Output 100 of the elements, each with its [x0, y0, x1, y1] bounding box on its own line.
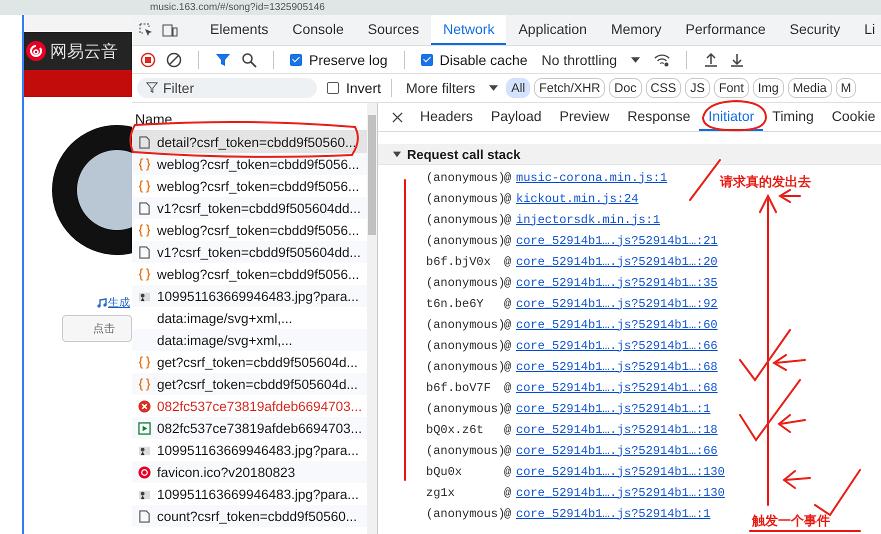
caret-icon — [489, 85, 498, 91]
panel-tab[interactable]: Memory — [598, 15, 674, 45]
braces-icon — [138, 158, 151, 170]
function-name: (anonymous) — [426, 276, 504, 290]
filter-icon[interactable] — [215, 52, 231, 68]
stop-recording-icon[interactable] — [140, 52, 156, 68]
favicon-icon — [138, 466, 151, 478]
invert-checkbox[interactable] — [327, 82, 339, 94]
at-sign: @ — [504, 192, 512, 206]
preserve-log-checkbox[interactable] — [290, 54, 302, 66]
more-filters-dropdown[interactable]: More filters — [402, 80, 502, 96]
music-note-icon — [97, 298, 107, 308]
source-link[interactable]: core_52914b1….js?52914b1…:1 — [516, 402, 710, 416]
source-link[interactable]: core_52914b1….js?52914b1…:130 — [516, 464, 725, 478]
source-link[interactable]: core_52914b1….js?52914b1…:68 — [516, 360, 718, 374]
detail-tab[interactable]: Preview — [550, 103, 618, 131]
source-link[interactable]: core_52914b1….js?52914b1…:20 — [516, 254, 718, 268]
document-icon — [138, 202, 151, 214]
search-icon[interactable] — [241, 52, 257, 68]
source-link[interactable]: core_52914b1….js?52914b1…:60 — [516, 318, 718, 332]
document-icon — [138, 510, 151, 522]
detail-tab[interactable]: Initiator — [699, 103, 764, 131]
at-sign: @ — [504, 422, 512, 436]
request-row[interactable]: favicon.ico?v20180823 — [132, 461, 367, 483]
source-link[interactable]: music-corona.min.js:1 — [516, 170, 668, 184]
request-row[interactable]: 109951163669946483.jpg?para... — [132, 439, 367, 461]
clear-icon[interactable] — [166, 52, 182, 68]
request-row[interactable]: v1?csrf_token=cbdd9f505604dd... — [132, 241, 367, 263]
type-filter-chip[interactable]: Img — [752, 78, 784, 98]
request-row[interactable]: 082fc537ce73819afdeb6694703... — [132, 417, 367, 439]
source-link[interactable]: core_52914b1….js?52914b1…:66 — [516, 444, 718, 458]
download-icon[interactable] — [729, 52, 746, 68]
detail-tab[interactable]: Payload — [482, 103, 551, 131]
source-link[interactable]: kickout.min.js:24 — [516, 192, 638, 206]
request-row[interactable]: 109951163669946483.jpg?para... — [132, 285, 367, 307]
source-link[interactable]: core_52914b1….js?52914b1…:92 — [516, 296, 718, 310]
panel-tab[interactable]: Sources — [356, 15, 432, 45]
request-row[interactable]: data:image/svg+xml,... — [132, 307, 367, 329]
source-link[interactable]: core_52914b1….js?52914b1…:130 — [516, 486, 725, 500]
media-icon — [138, 422, 151, 434]
device-toolbar-icon[interactable] — [162, 22, 178, 38]
address-text: music.163.com/#/song?id=1325905146 — [150, 1, 325, 15]
detail-tab[interactable]: Response — [618, 103, 700, 131]
panel-tab[interactable]: Application — [506, 15, 599, 45]
panel-tab[interactable]: Li — [852, 15, 881, 45]
page-button[interactable]: 点击 — [62, 315, 132, 342]
request-row[interactable]: 082fc537ce73819afdeb6694703... — [132, 395, 367, 417]
request-row[interactable]: v1?csrf_token=cbdd9f505604dd... — [132, 197, 367, 219]
generate-link[interactable]: 生成 — [108, 295, 130, 310]
request-row[interactable]: weblog?csrf_token=cbdd9f5056... — [132, 263, 367, 285]
source-link[interactable]: core_52914b1….js?52914b1…:68 — [516, 380, 718, 394]
detail-tab[interactable]: Headers — [411, 103, 482, 131]
request-name: v1?csrf_token=cbdd9f505604dd... — [157, 244, 361, 260]
request-row[interactable]: get?csrf_token=cbdd9f505604d... — [132, 351, 367, 373]
expand-triangle-icon — [393, 150, 401, 158]
detail-tab[interactable]: Timing — [763, 103, 823, 131]
request-row[interactable]: weblog?csrf_token=cbdd9f5056... — [132, 175, 367, 197]
type-filter-chip[interactable]: Media — [788, 78, 832, 98]
at-sign: @ — [504, 170, 512, 184]
request-row[interactable]: count?csrf_token=cbdd9f50560... — [132, 505, 367, 527]
scrollbar-thumb[interactable] — [368, 115, 376, 235]
at-sign: @ — [504, 254, 512, 268]
disable-cache-checkbox[interactable] — [420, 54, 433, 66]
source-link[interactable]: core_52914b1….js?52914b1…:1 — [516, 506, 710, 520]
section-title: Request call stack — [407, 146, 520, 162]
filter-field[interactable]: Filter — [137, 78, 317, 98]
section-header[interactable]: Request call stack — [378, 144, 881, 165]
type-filter-chip[interactable]: Fetch/XHR — [534, 78, 606, 98]
type-filter-chip[interactable]: JS — [685, 78, 710, 98]
request-row[interactable]: weblog?csrf_token=cbdd9f5056... — [132, 153, 367, 175]
panel-tab[interactable]: Elements — [198, 15, 280, 45]
type-filter-chip[interactable]: M — [836, 78, 856, 98]
source-link[interactable]: injectorsdk.min.js:1 — [516, 212, 660, 226]
source-link[interactable]: core_52914b1….js?52914b1…:18 — [516, 422, 718, 436]
request-row[interactable]: weblog?csrf_token=cbdd9f5056... — [132, 219, 367, 241]
function-name: (anonymous) — [426, 338, 504, 352]
upload-icon[interactable] — [703, 52, 720, 68]
request-name: 109951163669946483.jpg?para... — [157, 442, 359, 458]
source-link[interactable]: core_52914b1….js?52914b1…:21 — [516, 234, 718, 248]
panel-tab[interactable]: Performance — [674, 15, 778, 45]
panel-tab[interactable]: Security — [778, 15, 852, 45]
close-icon[interactable] — [392, 112, 403, 122]
panel-tab[interactable]: Console — [280, 15, 356, 45]
panel-tab[interactable]: Network — [431, 15, 506, 45]
type-filter-chip[interactable]: CSS — [646, 78, 682, 98]
checkbox-label: Invert — [346, 80, 382, 96]
source-link[interactable]: core_52914b1….js?52914b1…:35 — [516, 276, 718, 290]
type-filter-chip[interactable]: Font — [714, 78, 749, 98]
request-row[interactable]: data:image/svg+xml,... — [132, 329, 367, 351]
network-conditions-icon[interactable] — [654, 52, 670, 68]
request-row[interactable]: detail?csrf_token=cbdd9f50560... — [132, 131, 367, 153]
request-row[interactable]: get?csrf_token=cbdd9f505604d... — [132, 373, 367, 395]
inspect-icon[interactable] — [138, 22, 154, 38]
throttling-dropdown[interactable]: No throttling — [538, 52, 644, 68]
type-filter-chip[interactable]: All — [506, 78, 530, 98]
request-row[interactable]: 109951163669946483.jpg?para... — [132, 483, 367, 505]
source-link[interactable]: core_52914b1….js?52914b1…:66 — [516, 338, 718, 352]
type-filter-chip[interactable]: Doc — [609, 78, 642, 98]
braces-icon — [138, 356, 151, 368]
detail-tab[interactable]: Cookie — [822, 103, 881, 131]
